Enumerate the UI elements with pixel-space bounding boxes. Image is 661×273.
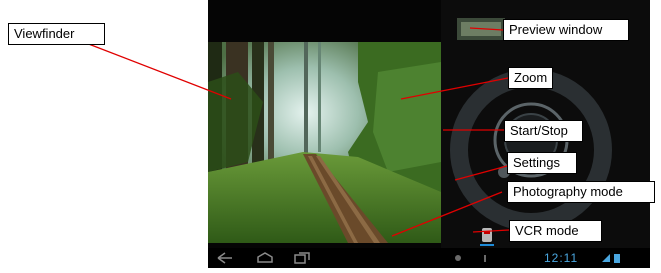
status-clock: 12:11 — [544, 251, 579, 265]
back-icon[interactable] — [216, 252, 234, 264]
camera-mode-icon — [455, 255, 461, 261]
callout-viewfinder: Viewfinder — [8, 23, 105, 45]
viewfinder[interactable] — [208, 42, 441, 243]
callout-settings: Settings — [507, 152, 577, 174]
wifi-icon — [484, 255, 486, 262]
callout-zoom: Zoom — [508, 67, 553, 89]
forest-scene — [208, 42, 441, 243]
callout-start-stop: Start/Stop — [504, 120, 583, 142]
callout-photography-mode: Photography mode — [507, 181, 655, 203]
system-status-bar: 12:11 — [208, 248, 650, 268]
battery-icon — [602, 254, 620, 263]
camera-mode-icon — [482, 228, 492, 242]
home-icon[interactable] — [256, 252, 274, 264]
recent-apps-icon[interactable] — [293, 252, 311, 264]
callout-preview-window: Preview window — [503, 19, 629, 41]
callout-vcr-mode: VCR mode — [509, 220, 602, 242]
